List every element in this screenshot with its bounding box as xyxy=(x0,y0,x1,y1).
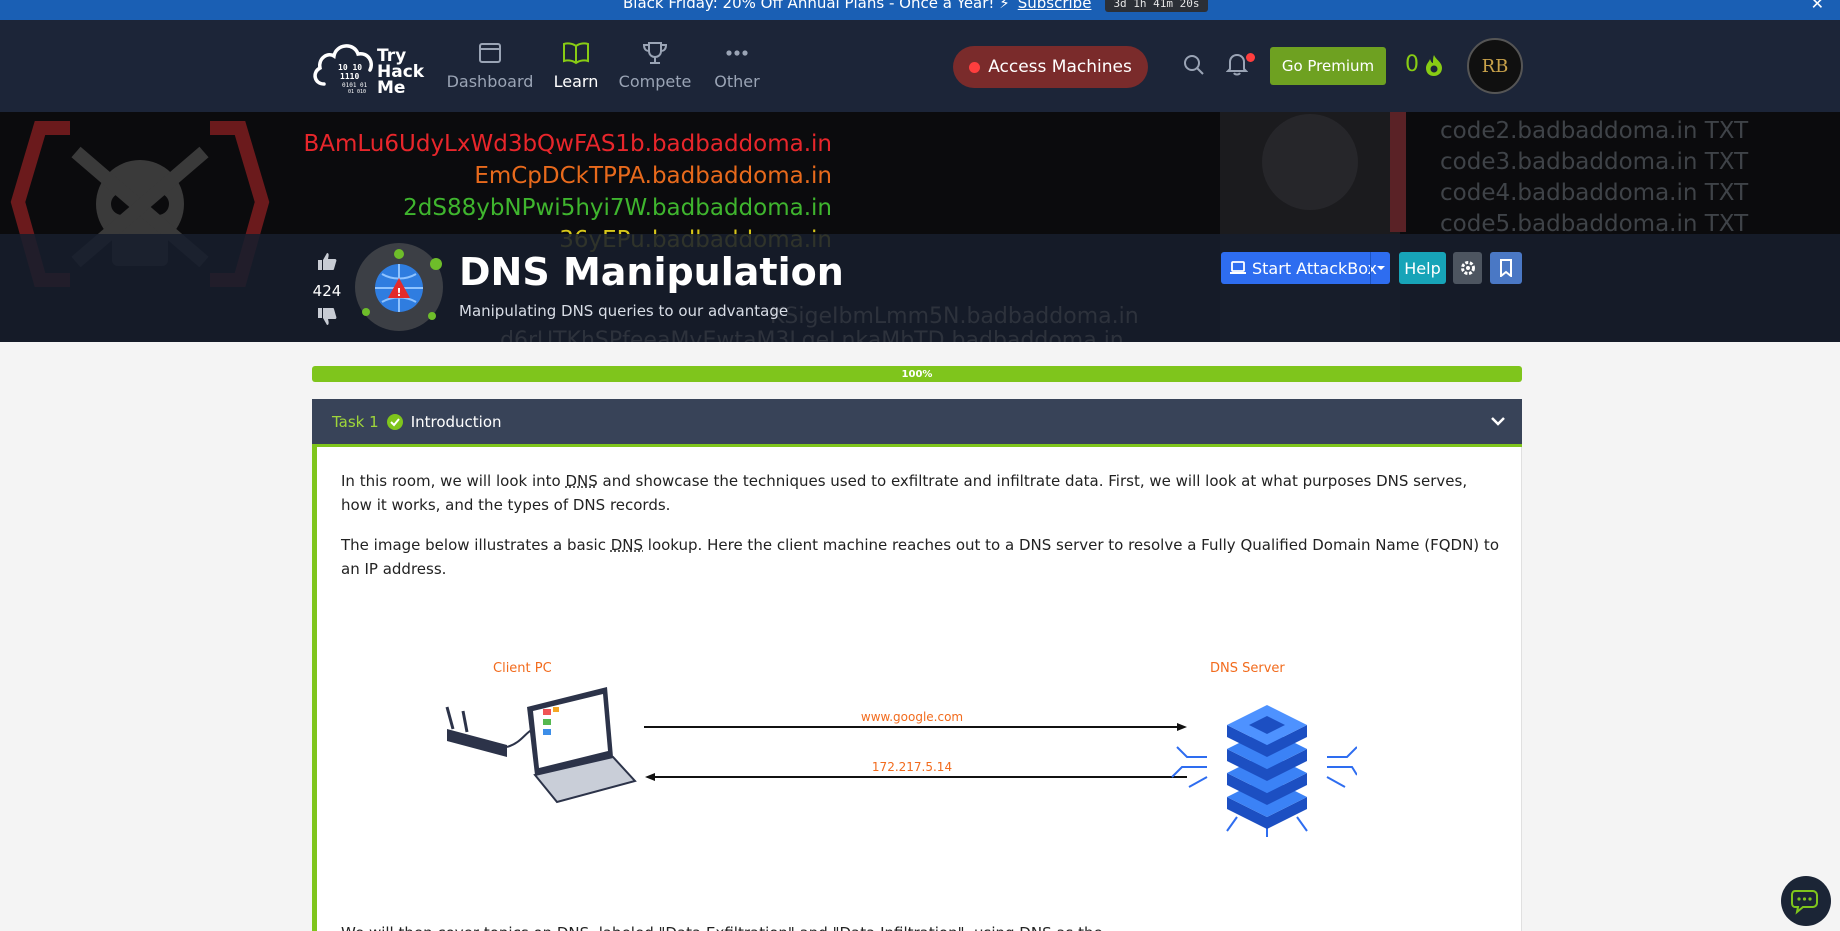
hero-domain: BAmLu6UdyLxWd3bQwFAS1b.badbaddoma.in xyxy=(303,131,832,157)
room-subtitle: Manipulating DNS queries to our advantag… xyxy=(459,302,789,320)
progress-label: 100% xyxy=(901,368,933,380)
hero-domain: EmCpDCkTPPA.badbaddoma.in xyxy=(474,163,832,189)
arrow-head-right-icon xyxy=(1177,723,1187,731)
svg-text:10 10: 10 10 xyxy=(338,63,362,72)
task-paragraph: In this room, we will look into DNS and … xyxy=(341,469,1501,517)
go-premium-button[interactable]: Go Premium xyxy=(1270,47,1386,85)
abbr-dns: DNS xyxy=(565,472,598,490)
promo-banner: Black Friday: 20% Off Annual Plans - Onc… xyxy=(0,0,1840,20)
nav-learn[interactable]: Learn xyxy=(531,40,621,91)
support-chat-button[interactable] xyxy=(1781,876,1831,926)
dns-server-label: DNS Server xyxy=(1210,661,1285,676)
nav-other-label: Other xyxy=(714,72,760,91)
chevron-down-icon[interactable] xyxy=(1490,415,1506,427)
room-progress-bar: 100% xyxy=(312,366,1522,382)
nav-dashboard[interactable]: Dashboard xyxy=(445,40,535,91)
svg-text:1110: 1110 xyxy=(340,72,359,81)
nav-other[interactable]: Other xyxy=(692,40,782,91)
streak-counter[interactable]: 0 xyxy=(1405,52,1445,77)
room-title: DNS Manipulation xyxy=(459,250,844,294)
client-pc-label: Client PC xyxy=(493,661,552,676)
hero-domain: 2dS88ybNPwi5hyi7W.badbaddoma.in xyxy=(403,195,832,221)
progress-fill: 100% xyxy=(312,366,1522,382)
svg-text:01 010: 01 010 xyxy=(348,89,366,95)
logo-wordmark: Try Hack Me xyxy=(377,48,424,98)
task-content: In this room, we will look into DNS and … xyxy=(312,447,1522,931)
hero-ghost-domain: d6rUTKhSPfeeaMvEwtaM3LgeLnkaMbTD.badbadd… xyxy=(500,328,1124,342)
task-header[interactable]: Task 1 Introduction xyxy=(312,399,1522,447)
txt-record: code3.badbaddoma.in TXT xyxy=(1440,149,1749,175)
request-label: www.google.com xyxy=(861,710,963,724)
hero-txt-records: code2.badbaddoma.in TXT code3.badbaddoma… xyxy=(1440,116,1748,240)
streak-count: 0 xyxy=(1405,52,1419,77)
dashboard-icon xyxy=(479,43,501,63)
para-text: In this room, we will look into xyxy=(341,472,566,490)
thumbs-down-icon[interactable] xyxy=(316,306,338,328)
logo-me: Me xyxy=(377,78,406,98)
check-circle-icon xyxy=(386,413,403,430)
caret-down-icon xyxy=(1376,266,1385,270)
nav-compete-label: Compete xyxy=(618,72,692,91)
subscribe-link[interactable]: Subscribe xyxy=(1018,0,1092,12)
thumbs-up-icon[interactable] xyxy=(316,250,338,272)
promo-timer: 3d 1h 41m 20s xyxy=(1105,0,1208,12)
nav-compete[interactable]: Compete xyxy=(610,40,700,91)
svg-text:0101 01: 0101 01 xyxy=(342,82,368,89)
attackbox-dropdown-toggle[interactable] xyxy=(1370,252,1390,284)
arrow-head-left-icon xyxy=(645,773,655,781)
book-icon xyxy=(563,42,589,65)
response-label: 172.217.5.14 xyxy=(872,760,952,774)
task-number: Task 1 xyxy=(332,412,379,431)
task-title: Introduction xyxy=(410,412,502,431)
room-icon: ! xyxy=(355,243,443,331)
server-stack-icon xyxy=(1171,705,1357,837)
start-attackbox-label: Start AttackBox xyxy=(1252,258,1377,278)
access-machines-label: Access Machines xyxy=(988,57,1132,77)
settings-button[interactable] xyxy=(1453,252,1482,284)
nav-dashboard-label: Dashboard xyxy=(446,72,534,91)
svg-text:!: ! xyxy=(396,286,401,299)
room-hero: BAmLu6UdyLxWd3bQwFAS1b.badbaddoma.in EmC… xyxy=(0,112,1840,342)
dns-lookup-diagram: Client PC DNS Server www.google.com 172.… xyxy=(445,661,1357,837)
flame-icon xyxy=(1426,54,1442,76)
gear-icon xyxy=(1460,261,1475,275)
bell-icon[interactable] xyxy=(1226,52,1248,76)
laptop-router-icon xyxy=(445,687,637,804)
cloud-logo-icon: 10 10 1110 0101 01 01 010 xyxy=(313,44,373,95)
laptop-icon xyxy=(1230,261,1246,274)
top-navbar: 10 10 1110 0101 01 01 010 Try Hack Me Da… xyxy=(0,20,1840,112)
txt-record: code4.badbaddoma.in TXT xyxy=(1440,180,1749,206)
nav-learn-label: Learn xyxy=(553,72,599,91)
notification-dot xyxy=(1246,53,1255,62)
chat-icon xyxy=(1791,890,1818,915)
promo-text: Black Friday: 20% Off Annual Plans - Onc… xyxy=(623,0,1010,12)
help-button[interactable]: Help xyxy=(1399,252,1446,284)
access-machines-button[interactable]: Access Machines xyxy=(953,46,1148,88)
para-text: The image below illustrates a basic xyxy=(341,536,611,554)
txt-record: code2.badbaddoma.in TXT xyxy=(1440,118,1749,144)
dots-icon xyxy=(726,50,748,56)
vote-widget: 424 xyxy=(310,250,344,332)
avatar[interactable]: RB xyxy=(1467,38,1523,94)
abbr-dns: DNS xyxy=(610,536,644,554)
upvote-count: 424 xyxy=(312,282,342,300)
close-icon[interactable]: ✕ xyxy=(1811,0,1824,13)
task-paragraph: The image below illustrates a basic DNS … xyxy=(341,533,1501,581)
start-attackbox-button[interactable]: Start AttackBox xyxy=(1221,252,1390,284)
hero-ghost-domain: KSigeIbmLmm5N.badbaddoma.in xyxy=(770,304,1139,329)
status-dot-icon xyxy=(969,61,981,73)
task-paragraph: We will then cover topics on DNS, labele… xyxy=(341,921,1501,931)
tryhackme-logo[interactable]: 10 10 1110 0101 01 01 010 Try Hack Me xyxy=(310,32,430,102)
bookmark-button[interactable] xyxy=(1490,252,1522,284)
search-icon[interactable] xyxy=(1183,54,1205,76)
trophy-icon xyxy=(642,42,668,64)
bookmark-icon xyxy=(1500,259,1512,277)
